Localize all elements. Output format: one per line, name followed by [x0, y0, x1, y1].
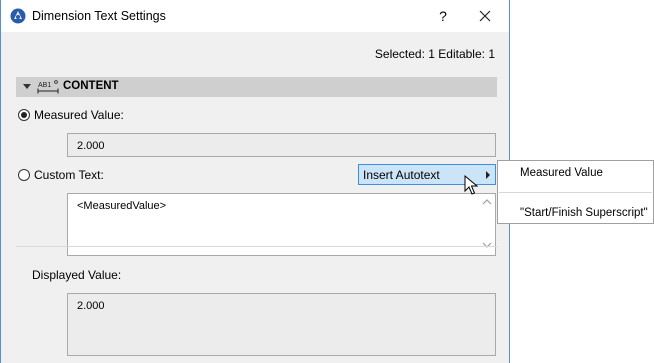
menu-separator: [499, 192, 652, 193]
title-bar: Dimension Text Settings ?: [1, 0, 509, 32]
measured-value-field: 2.000: [67, 133, 496, 157]
custom-text-label: Custom Text:: [34, 168, 104, 182]
help-button[interactable]: ?: [433, 6, 453, 26]
content-section-header[interactable]: AB1 CONTENT: [16, 77, 497, 97]
menu-item-measured-value[interactable]: Measured Value: [520, 167, 603, 179]
scroll-down-icon[interactable]: [482, 241, 492, 249]
custom-text-value: <MeasuredValue>: [77, 200, 167, 212]
archicad-app-icon: [10, 8, 26, 24]
custom-text-radio[interactable]: [18, 169, 30, 181]
window-title: Dimension Text Settings: [32, 9, 166, 23]
submenu-arrow-icon: [486, 171, 490, 179]
dimension-text-settings-dialog: Dimension Text Settings ? Selected: 1 Ed…: [0, 0, 510, 363]
measured-value-radio[interactable]: [18, 109, 30, 121]
measured-value-label: Measured Value:: [34, 108, 124, 122]
menu-item-start-finish-superscript[interactable]: "Start/Finish Superscript": [520, 207, 648, 219]
section-icon-text: AB1: [38, 82, 51, 89]
close-icon[interactable]: [474, 5, 496, 27]
displayed-value-field: 2.000: [67, 293, 496, 356]
selection-info: Selected: 1 Editable: 1: [374, 47, 495, 61]
autotext-menu: Measured Value "Start/Finish Superscript…: [497, 160, 654, 224]
dimension-text-icon: AB1: [37, 80, 59, 94]
section-title: CONTENT: [63, 80, 119, 92]
displayed-value-label: Displayed Value:: [32, 268, 122, 282]
scroll-up-icon[interactable]: [482, 198, 492, 206]
mouse-cursor-icon: [464, 175, 479, 195]
collapse-arrow-icon[interactable]: [23, 84, 31, 89]
divider: [16, 246, 497, 247]
insert-autotext-label: Insert Autotext: [363, 168, 440, 182]
